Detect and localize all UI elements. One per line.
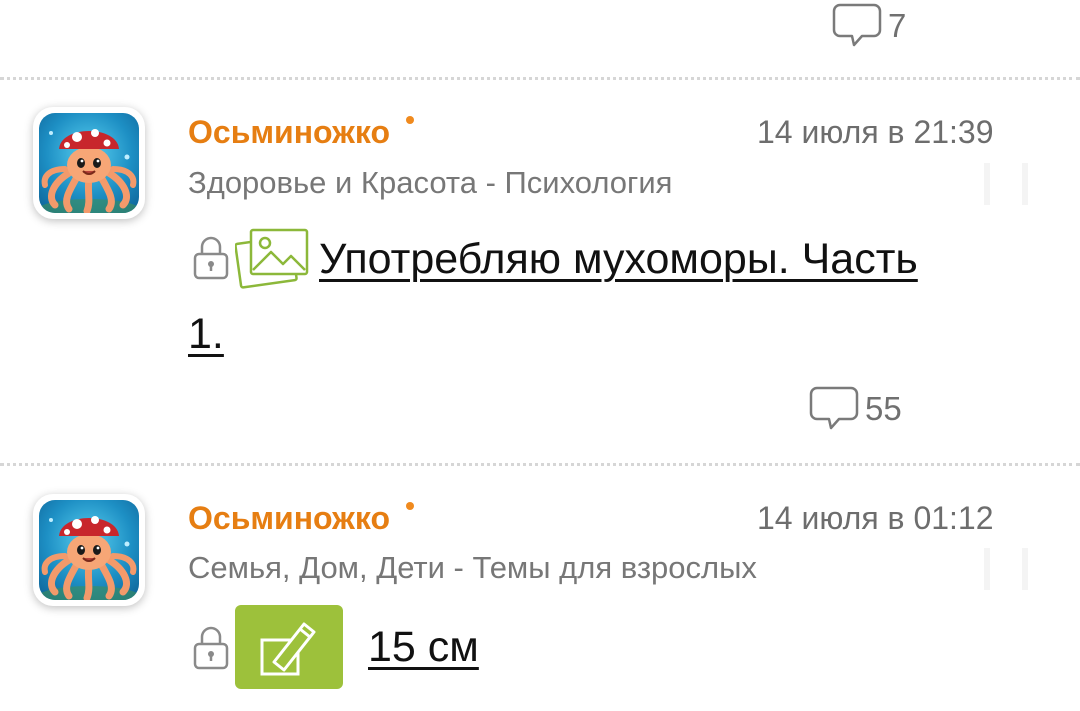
- post-category[interactable]: Семья, Дом, Дети - Темы для взрослых: [188, 552, 757, 583]
- comments-count: 55: [865, 389, 902, 427]
- poll-icon: [260, 622, 316, 676]
- comment-icon: [809, 386, 859, 430]
- poll-badge: [235, 605, 343, 689]
- octopus-avatar-image: [39, 113, 139, 213]
- post-title-link-continuation[interactable]: 1.: [188, 313, 224, 356]
- faded-decoration: [984, 163, 1028, 205]
- comments-link[interactable]: 55: [809, 385, 902, 431]
- post-title-link[interactable]: 15 см: [368, 626, 479, 669]
- lock-icon: [193, 626, 229, 670]
- author-name[interactable]: Осьминожко: [188, 502, 414, 534]
- online-status-dot: [405, 116, 414, 124]
- avatar[interactable]: [33, 107, 145, 219]
- post-date: 14 июля в 01:12: [757, 500, 994, 536]
- lock-icon: [193, 236, 229, 280]
- avatar[interactable]: [33, 494, 145, 606]
- octopus-avatar-image: [39, 500, 139, 600]
- post-title-link[interactable]: Употребляю мухоморы. Часть: [319, 238, 918, 281]
- online-status-dot: [405, 502, 414, 510]
- comments-count: 7: [888, 6, 907, 44]
- comments-link-top[interactable]: 7: [832, 2, 906, 48]
- post-divider: [0, 77, 1080, 80]
- post-category[interactable]: Здоровье и Красота - Психология: [188, 167, 672, 198]
- author-name[interactable]: Осьминожко: [188, 116, 414, 148]
- comment-icon: [832, 3, 882, 47]
- faded-decoration: [984, 548, 1028, 590]
- post-divider: [0, 463, 1080, 466]
- post-date: 14 июля в 21:39: [757, 114, 994, 150]
- image-icon: [235, 228, 309, 289]
